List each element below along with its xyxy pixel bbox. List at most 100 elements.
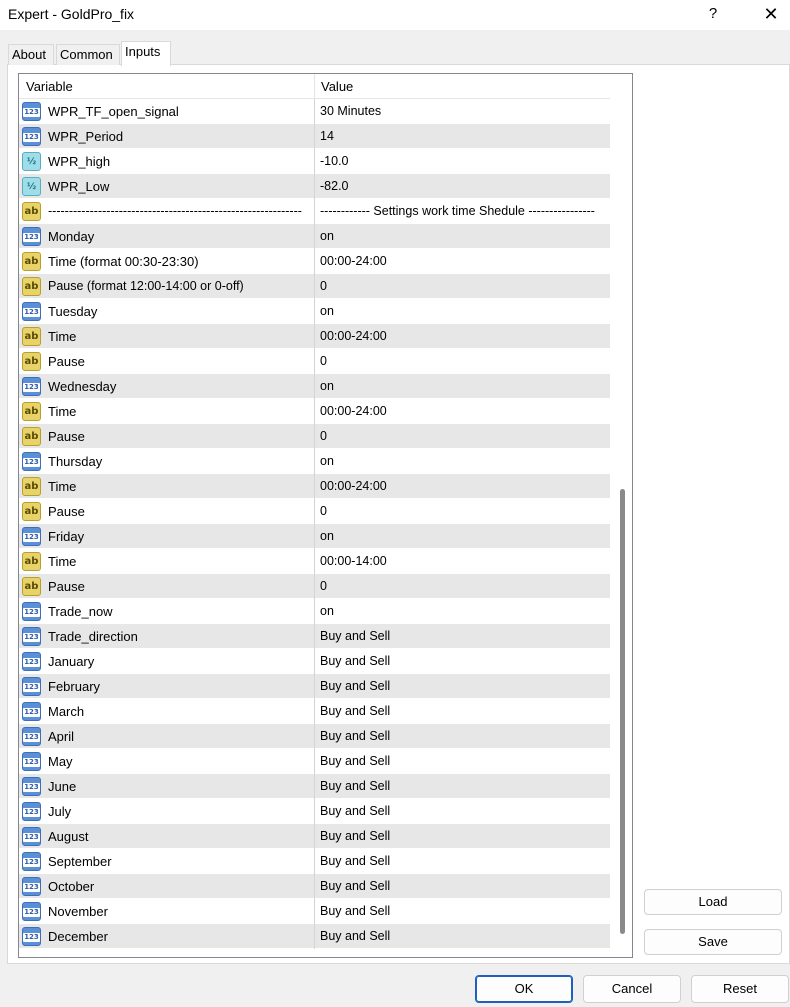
variable-value[interactable]: 00:00-14:00 <box>320 549 387 574</box>
string-type-icon: ab <box>22 427 41 446</box>
table-row[interactable]: ab --------------------------------------… <box>19 199 610 224</box>
table-row[interactable]: ab Pause 0 <box>19 499 610 524</box>
variable-value[interactable]: Buy and Sell <box>320 924 390 949</box>
variable-value[interactable]: 0 <box>320 274 327 299</box>
table-row[interactable]: 123 WPR_Period 14 <box>19 124 610 149</box>
variable-value[interactable]: Buy and Sell <box>320 624 390 649</box>
table-row[interactable]: 123 April Buy and Sell <box>19 724 610 749</box>
table-row[interactable]: ab Pause (format 12:00-14:00 or 0-off) 0 <box>19 274 610 299</box>
table-row[interactable]: ab Time 00:00-24:00 <box>19 324 610 349</box>
inputs-grid[interactable]: Variable Value 123 WPR_TF_open_signal 30 M… <box>18 73 633 958</box>
tab-inputs[interactable]: Inputs <box>121 41 171 66</box>
ok-button[interactable]: OK <box>475 975 573 1003</box>
table-row[interactable]: 123 Thursday on <box>19 449 610 474</box>
table-row[interactable]: 123 August Buy and Sell <box>19 824 610 849</box>
table-row[interactable]: ab Pause 0 <box>19 574 610 599</box>
table-row[interactable]: 123 January Buy and Sell <box>19 649 610 674</box>
variable-value[interactable]: 0 <box>320 424 327 449</box>
variable-value[interactable]: Buy and Sell <box>320 774 390 799</box>
variable-value[interactable]: on <box>320 449 334 474</box>
column-divider <box>314 924 315 949</box>
tab-common[interactable]: Common <box>56 44 120 65</box>
close-button[interactable]: ✕ <box>752 0 790 28</box>
variable-value[interactable]: 00:00-24:00 <box>320 324 387 349</box>
variable-value[interactable]: Buy and Sell <box>320 674 390 699</box>
integer-type-icon: 123 <box>22 102 41 121</box>
table-row[interactable]: 123 December Buy and Sell <box>19 924 610 949</box>
table-row[interactable]: ab Time (format 00:30-23:30) 00:00-24:00 <box>19 249 610 274</box>
table-row[interactable]: 123 Tuesday on <box>19 299 610 324</box>
variable-value[interactable]: Buy and Sell <box>320 849 390 874</box>
table-row[interactable]: ½ WPR_Low -82.0 <box>19 174 610 199</box>
variable-name: ----------------------------------------… <box>48 204 302 218</box>
cancel-button[interactable]: Cancel <box>583 975 681 1003</box>
integer-type-icon: 123 <box>22 777 41 796</box>
variable-value[interactable]: 14 <box>320 124 334 149</box>
double-type-icon: ½ <box>22 152 41 171</box>
variable-value[interactable]: on <box>320 599 334 624</box>
variable-value[interactable]: 00:00-24:00 <box>320 249 387 274</box>
table-row[interactable]: 123 Trade_now on <box>19 599 610 624</box>
table-row[interactable]: 123 Monday on <box>19 224 610 249</box>
table-row[interactable]: 123 February Buy and Sell <box>19 674 610 699</box>
variable-value[interactable]: 0 <box>320 349 327 374</box>
variable-value[interactable]: 0 <box>320 499 327 524</box>
variable-value[interactable]: Buy and Sell <box>320 749 390 774</box>
table-row[interactable]: 123 WPR_TF_open_signal 30 Minutes <box>19 99 610 124</box>
table-row[interactable]: 123 September Buy and Sell <box>19 849 610 874</box>
variable-value[interactable]: Buy and Sell <box>320 874 390 899</box>
table-row[interactable]: 123 July Buy and Sell <box>19 799 610 824</box>
table-row[interactable]: 123 Wednesday on <box>19 374 610 399</box>
table-row[interactable]: ab Pause 0 <box>19 349 610 374</box>
column-divider <box>314 224 315 249</box>
tab-about[interactable]: About <box>8 44 54 65</box>
column-divider <box>314 499 315 524</box>
column-divider <box>314 474 315 499</box>
variable-value[interactable]: on <box>320 224 334 249</box>
table-row[interactable]: ab Time 00:00-24:00 <box>19 399 610 424</box>
variable-value[interactable]: on <box>320 374 334 399</box>
variable-value[interactable]: 00:00-24:00 <box>320 399 387 424</box>
variable-value[interactable]: on <box>320 524 334 549</box>
table-row[interactable]: 123 Friday on <box>19 524 610 549</box>
variable-name: Time (format 00:30-23:30) <box>48 254 199 269</box>
variable-value[interactable]: Buy and Sell <box>320 724 390 749</box>
reset-button[interactable]: Reset <box>691 975 789 1003</box>
integer-type-icon: 123 <box>22 902 41 921</box>
variable-value[interactable]: 00:00-24:00 <box>320 474 387 499</box>
column-divider <box>314 574 315 599</box>
variable-value[interactable]: Buy and Sell <box>320 799 390 824</box>
variable-value[interactable]: Buy and Sell <box>320 824 390 849</box>
save-button[interactable]: Save <box>644 929 782 955</box>
table-row[interactable]: 123 May Buy and Sell <box>19 749 610 774</box>
scrollbar-thumb[interactable] <box>620 489 625 934</box>
table-row[interactable]: 123 October Buy and Sell <box>19 874 610 899</box>
string-type-icon: ab <box>22 577 41 596</box>
table-row[interactable]: ab Time 00:00-24:00 <box>19 474 610 499</box>
variable-value[interactable]: 30 Minutes <box>320 99 381 124</box>
variable-value[interactable]: -10.0 <box>320 149 349 174</box>
load-button[interactable]: Load <box>644 889 782 915</box>
variable-value[interactable]: ------------ Settings work time Shedule … <box>320 199 595 224</box>
table-row[interactable]: 123 March Buy and Sell <box>19 699 610 724</box>
table-row[interactable]: 123 November Buy and Sell <box>19 899 610 924</box>
table-row[interactable]: ab Time 00:00-14:00 <box>19 549 610 574</box>
variable-value[interactable]: Buy and Sell <box>320 699 390 724</box>
column-divider <box>314 249 315 274</box>
column-divider <box>314 124 315 149</box>
table-row[interactable]: ½ WPR_high -10.0 <box>19 149 610 174</box>
variable-value[interactable]: 0 <box>320 574 327 599</box>
vertical-scrollbar[interactable] <box>615 74 632 957</box>
table-row[interactable]: ab Pause 0 <box>19 424 610 449</box>
variable-value[interactable]: on <box>320 299 334 324</box>
variable-value[interactable]: Buy and Sell <box>320 649 390 674</box>
table-row[interactable]: 123 June Buy and Sell <box>19 774 610 799</box>
column-header-value[interactable]: Value <box>315 74 611 99</box>
variable-value[interactable]: Buy and Sell <box>320 899 390 924</box>
column-divider <box>314 399 315 424</box>
variable-value[interactable]: -82.0 <box>320 174 349 199</box>
variable-name: April <box>48 729 75 744</box>
table-row[interactable]: 123 Trade_direction Buy and Sell <box>19 624 610 649</box>
column-header-variable[interactable]: Variable <box>19 74 315 99</box>
help-button[interactable]: ? <box>696 0 730 28</box>
